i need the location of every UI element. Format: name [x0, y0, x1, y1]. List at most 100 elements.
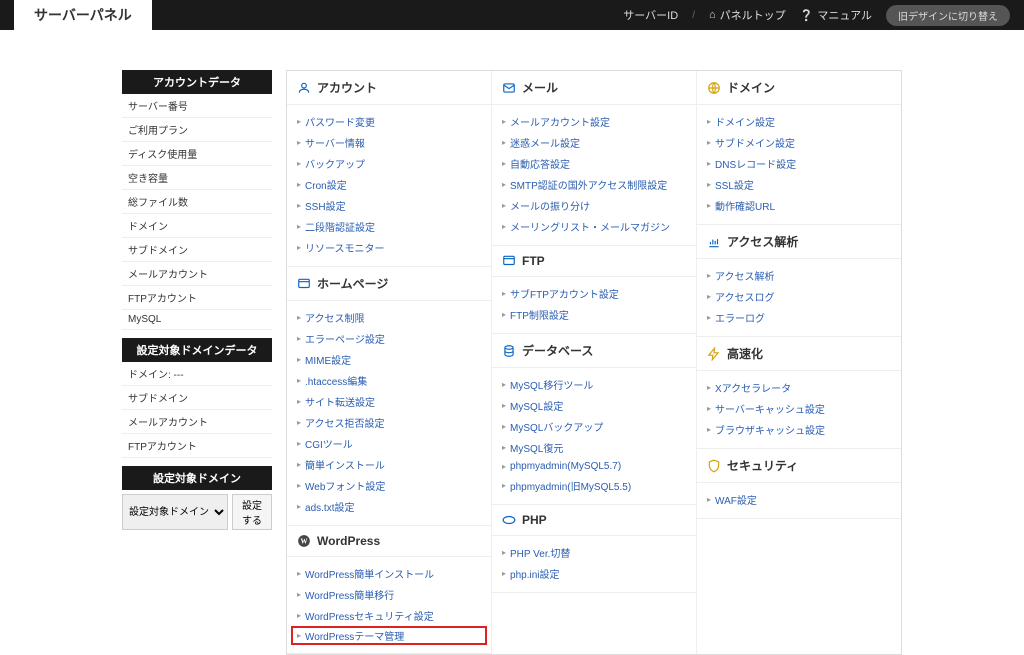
sidebar: アカウントデータ サーバー番号ご利用プランディスク使用量空き容量総ファイル数ドメ…: [122, 70, 272, 655]
link-mail-4[interactable]: メールの振り分け: [502, 195, 686, 216]
link-domain-1[interactable]: サブドメイン設定: [707, 132, 891, 153]
card-ftp: FTP サブFTPアカウント設定FTP制限設定: [492, 246, 696, 334]
link-ftp-1[interactable]: FTP制限設定: [502, 304, 686, 325]
domain-icon: [707, 81, 721, 95]
card-database: データベース MySQL移行ツールMySQL設定MySQLバックアップMySQL復…: [492, 334, 696, 505]
svg-text:W: W: [301, 537, 308, 545]
link-domain-0[interactable]: ドメイン設定: [707, 111, 891, 132]
link-database-0[interactable]: MySQL移行ツール: [502, 374, 686, 395]
card-wordpress: WWordPress WordPress簡単インストールWordPress簡単移行…: [287, 526, 491, 654]
card-domain: ドメインドメイン設定サブドメイン設定DNSレコード設定SSL設定動作確認URL: [697, 71, 901, 225]
link-access-2[interactable]: エラーログ: [707, 307, 891, 328]
link-database-3[interactable]: MySQL復元: [502, 437, 686, 458]
side-row: メールアカウント: [122, 262, 272, 286]
domain-data-head: 設定対象ドメインデータ: [122, 338, 272, 362]
side-row: ドメイン: [122, 214, 272, 238]
mail-icon: [502, 81, 516, 95]
card-head-homepage: ホームページ: [287, 267, 491, 301]
link-domain-2[interactable]: DNSレコード設定: [707, 153, 891, 174]
link-account-0[interactable]: パスワード変更: [297, 111, 481, 132]
link-database-4[interactable]: phpmyadmin(MySQL5.7): [502, 458, 686, 475]
link-wordpress-2[interactable]: WordPressセキュリティ設定: [297, 605, 481, 626]
panel-top-link[interactable]: ⌂パネルトップ: [709, 7, 786, 23]
link-speed-1[interactable]: サーバーキャッシュ設定: [707, 398, 891, 419]
link-php-0[interactable]: PHP Ver.切替: [502, 542, 686, 563]
link-access-1[interactable]: アクセスログ: [707, 286, 891, 307]
link-homepage-6[interactable]: CGIツール: [297, 433, 481, 454]
link-homepage-2[interactable]: MIME設定: [297, 349, 481, 370]
security-icon: [707, 459, 721, 473]
link-account-1[interactable]: サーバー情報: [297, 132, 481, 153]
homepage-icon: [297, 277, 311, 291]
side-row: MySQL: [122, 310, 272, 330]
link-homepage-8[interactable]: Webフォント設定: [297, 475, 481, 496]
link-account-4[interactable]: SSH設定: [297, 195, 481, 216]
card-mail: メールメールアカウント設定迷惑メール設定自動応答設定SMTP認証の国外アクセス制…: [492, 71, 696, 246]
card-security: セキュリティ WAF設定: [697, 449, 901, 519]
link-domain-4[interactable]: 動作確認URL: [707, 195, 891, 216]
link-homepage-5[interactable]: アクセス拒否設定: [297, 412, 481, 433]
card-head-wordpress: WWordPress: [287, 526, 491, 557]
card-head-account: アカウント: [287, 71, 491, 105]
link-database-2[interactable]: MySQLバックアップ: [502, 416, 686, 437]
card-head-database: データベース: [492, 334, 696, 368]
card-homepage: ホームページアクセス制限エラーページ設定MIME設定.htaccess編集サイト…: [287, 267, 491, 526]
link-database-5[interactable]: phpmyadmin(旧MySQL5.5): [502, 475, 686, 496]
side-row: ディスク使用量: [122, 142, 272, 166]
link-account-3[interactable]: Cron設定: [297, 174, 481, 195]
link-mail-1[interactable]: 迷惑メール設定: [502, 132, 686, 153]
link-homepage-1[interactable]: エラーページ設定: [297, 328, 481, 349]
wordpress-icon: W: [297, 534, 311, 548]
ftp-icon: [502, 254, 516, 268]
link-ftp-0[interactable]: サブFTPアカウント設定: [502, 283, 686, 304]
link-homepage-7[interactable]: 簡単インストール: [297, 454, 481, 475]
card-head-ftp: FTP: [492, 246, 696, 277]
card-head-security: セキュリティ: [697, 449, 901, 483]
topbar: サーバーパネル サーバーID / ⌂パネルトップ ❔マニュアル 旧デザインに切り…: [0, 0, 1024, 30]
card-php: PHPPHP Ver.切替php.ini設定: [492, 505, 696, 593]
side-row: ご利用プラン: [122, 118, 272, 142]
card-head-mail: メール: [492, 71, 696, 105]
link-security-0[interactable]: WAF設定: [707, 489, 891, 510]
domain-set-button[interactable]: 設定する: [232, 494, 272, 530]
link-mail-2[interactable]: 自動応答設定: [502, 153, 686, 174]
server-id-label: サーバーID: [623, 7, 678, 23]
manual-link[interactable]: ❔マニュアル: [800, 7, 872, 23]
link-mail-3[interactable]: SMTP認証の国外アクセス制限設定: [502, 174, 686, 195]
card-speed: 高速化 Xアクセラレータサーバーキャッシュ設定ブラウザキャッシュ設定: [697, 337, 901, 449]
brand-title: サーバーパネル: [14, 0, 152, 33]
link-homepage-3[interactable]: .htaccess編集: [297, 370, 481, 391]
link-account-6[interactable]: リソースモニター: [297, 237, 481, 258]
link-mail-0[interactable]: メールアカウント設定: [502, 111, 686, 132]
link-homepage-0[interactable]: アクセス制限: [297, 307, 481, 328]
database-icon: [502, 344, 516, 358]
link-php-1[interactable]: php.ini設定: [502, 563, 686, 584]
domain-select[interactable]: 設定対象ドメイン: [122, 494, 228, 530]
card-head-access: アクセス解析: [697, 225, 901, 259]
link-speed-0[interactable]: Xアクセラレータ: [707, 377, 891, 398]
link-homepage-4[interactable]: サイト転送設定: [297, 391, 481, 412]
link-mail-5[interactable]: メーリングリスト・メールマガジン: [502, 216, 686, 237]
link-database-1[interactable]: MySQL設定: [502, 395, 686, 416]
main-grid: アカウントパスワード変更サーバー情報バックアップCron設定SSH設定二段階認証…: [286, 70, 902, 655]
card-head-speed: 高速化: [697, 337, 901, 371]
card-head-domain: ドメイン: [697, 71, 901, 105]
card-account: アカウントパスワード変更サーバー情報バックアップCron設定SSH設定二段階認証…: [287, 71, 491, 267]
link-account-5[interactable]: 二段階認証設定: [297, 216, 481, 237]
link-wordpress-0[interactable]: WordPress簡単インストール: [297, 563, 481, 584]
link-domain-3[interactable]: SSL設定: [707, 174, 891, 195]
side-row: ドメイン: ---: [122, 362, 272, 386]
old-design-toggle[interactable]: 旧デザインに切り替え: [886, 5, 1010, 26]
help-icon: ❔: [800, 9, 814, 22]
link-homepage-9[interactable]: ads.txt設定: [297, 496, 481, 517]
link-access-0[interactable]: アクセス解析: [707, 265, 891, 286]
link-speed-2[interactable]: ブラウザキャッシュ設定: [707, 419, 891, 440]
side-row: メールアカウント: [122, 410, 272, 434]
side-row: FTPアカウント: [122, 434, 272, 458]
link-wordpress-1[interactable]: WordPress簡単移行: [297, 584, 481, 605]
link-wordpress-3[interactable]: WordPressテーマ管理: [291, 626, 487, 645]
side-row: 総ファイル数: [122, 190, 272, 214]
link-account-2[interactable]: バックアップ: [297, 153, 481, 174]
card-access: アクセス解析アクセス解析アクセスログエラーログ: [697, 225, 901, 337]
side-row: FTPアカウント: [122, 286, 272, 310]
